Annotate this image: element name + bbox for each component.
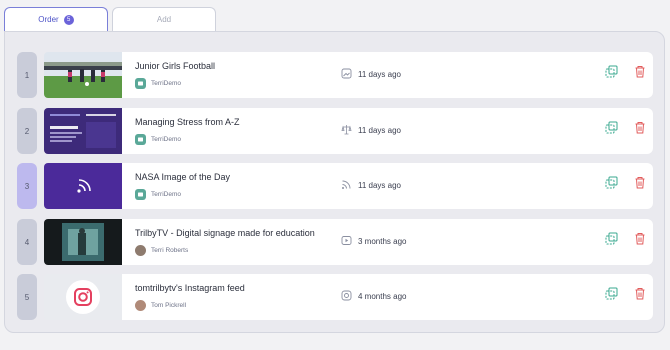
duplicate-button[interactable] xyxy=(603,65,619,83)
tab-bar: Order 5 Add xyxy=(4,7,216,31)
author-name: TerriDemo xyxy=(151,191,181,198)
delete-button[interactable] xyxy=(632,233,648,249)
item-title: Junior Girls Football xyxy=(135,61,216,71)
item-card: Managing Stress from A-Z TerriDemo 11 da… xyxy=(44,108,653,154)
item-time: 4 months ago xyxy=(358,292,407,301)
item-index[interactable]: 3 xyxy=(17,163,37,209)
item-meta: 11 days ago xyxy=(341,124,401,137)
duplicate-button[interactable] xyxy=(603,121,619,139)
duplicate-button[interactable] xyxy=(603,287,619,305)
item-index[interactable]: 1 xyxy=(17,52,37,98)
delete-button[interactable] xyxy=(632,177,648,193)
trash-icon xyxy=(634,121,646,139)
item-title: Managing Stress from A-Z xyxy=(135,117,240,127)
copy-icon xyxy=(605,65,618,83)
duplicate-button[interactable] xyxy=(603,232,619,250)
item-meta: 4 months ago xyxy=(341,290,406,303)
author-name: TerriDemo xyxy=(151,80,181,87)
tab-add-label: Add xyxy=(156,15,172,24)
author-avatar xyxy=(135,78,146,89)
item-thumbnail xyxy=(44,52,122,98)
list-item[interactable]: 5 tomtrilbytv's Instagram feed Tom Pickr… xyxy=(17,274,657,320)
item-card: tomtrilbytv's Instagram feed Tom Pickrel… xyxy=(44,274,653,320)
item-author: Terri Roberts xyxy=(135,245,188,256)
tab-order-label: Order xyxy=(38,15,59,24)
rss-icon xyxy=(341,179,352,192)
tab-add[interactable]: Add xyxy=(112,7,216,31)
trash-icon xyxy=(634,176,646,194)
copy-icon xyxy=(605,232,618,250)
item-author: TerriDemo xyxy=(135,134,181,145)
item-thumbnail xyxy=(44,274,122,320)
author-name: Tom Pickrell xyxy=(151,302,187,309)
item-time: 3 months ago xyxy=(358,237,407,246)
item-author: TerriDemo xyxy=(135,189,181,200)
duplicate-button[interactable] xyxy=(603,176,619,194)
copy-icon xyxy=(605,121,618,139)
image-icon xyxy=(341,68,352,81)
order-count-badge: 5 xyxy=(63,14,74,25)
item-meta: 11 days ago xyxy=(341,68,401,81)
instagram-icon xyxy=(341,290,352,303)
item-card: TrilbyTV - Digital signage made for educ… xyxy=(44,219,653,265)
item-title: tomtrilbytv's Instagram feed xyxy=(135,283,245,293)
scale-icon xyxy=(341,124,352,137)
item-index[interactable]: 4 xyxy=(17,219,37,265)
copy-icon xyxy=(605,287,618,305)
item-thumbnail xyxy=(44,163,122,209)
item-time: 11 days ago xyxy=(358,181,401,190)
copy-icon xyxy=(605,176,618,194)
delete-button[interactable] xyxy=(632,66,648,82)
author-avatar xyxy=(135,300,146,311)
item-time: 11 days ago xyxy=(358,126,401,135)
item-card: NASA Image of the Day TerriDemo 11 days … xyxy=(44,163,653,209)
item-index[interactable]: 2 xyxy=(17,108,37,154)
author-avatar xyxy=(135,189,146,200)
item-author: TerriDemo xyxy=(135,78,181,89)
item-card: Junior Girls Football TerriDemo 11 days … xyxy=(44,52,653,98)
item-title: TrilbyTV - Digital signage made for educ… xyxy=(135,228,315,238)
item-author: Tom Pickrell xyxy=(135,300,186,311)
author-avatar xyxy=(135,245,146,256)
list-item[interactable]: 4 TrilbyTV - Digital signage made for ed… xyxy=(17,219,657,265)
item-meta: 3 months ago xyxy=(341,235,406,248)
item-thumbnail xyxy=(44,108,122,154)
tab-order[interactable]: Order 5 xyxy=(4,7,108,31)
item-index[interactable]: 5 xyxy=(17,274,37,320)
author-name: Terri Roberts xyxy=(151,247,189,254)
trash-icon xyxy=(634,65,646,83)
delete-button[interactable] xyxy=(632,288,648,304)
author-avatar xyxy=(135,134,146,145)
trash-icon xyxy=(634,232,646,250)
list-item[interactable]: 3 NASA Image of the Day TerriDemo 11 day… xyxy=(17,163,657,209)
list-item[interactable]: 2 Managing Stress from A-Z TerriDemo 11 … xyxy=(17,108,657,154)
item-time: 11 days ago xyxy=(358,70,401,79)
delete-button[interactable] xyxy=(632,122,648,138)
author-name: TerriDemo xyxy=(151,136,181,143)
playlist-panel: 1 Junior Girls Football TerriDemo 11 day… xyxy=(4,31,665,333)
video-icon xyxy=(341,235,352,248)
list-item[interactable]: 1 Junior Girls Football TerriDemo 11 day… xyxy=(17,52,657,98)
item-title: NASA Image of the Day xyxy=(135,172,231,182)
item-thumbnail xyxy=(44,219,122,265)
item-meta: 11 days ago xyxy=(341,179,401,192)
trash-icon xyxy=(634,287,646,305)
